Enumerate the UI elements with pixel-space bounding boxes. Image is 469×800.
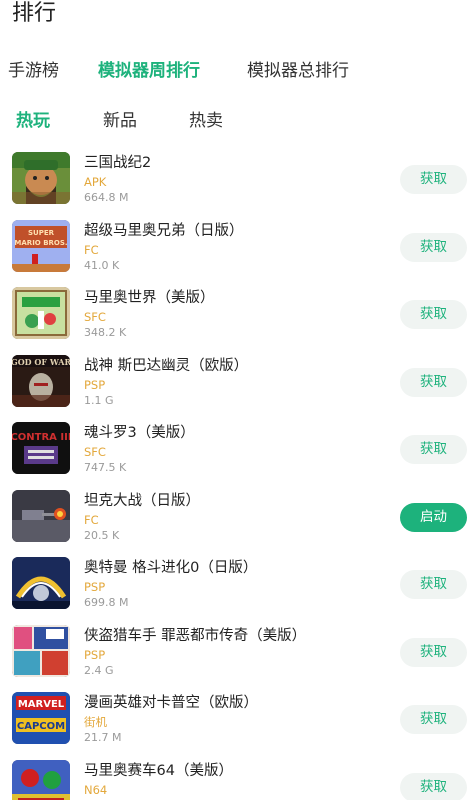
contra-logo: CONTRA III	[12, 432, 70, 443]
game-platform: PSP	[84, 580, 106, 594]
page-title: 排行	[12, 1, 57, 26]
list-item[interactable]: 三国战纪2 APK 664.8 M 获取	[0, 146, 469, 214]
game-name: 魂斗罗3（美版）	[84, 425, 195, 441]
super-mario-bros-icon: SUPER MARIO BROS.	[12, 219, 70, 272]
game-name: 奥特曼 格斗进化0（日版）	[84, 560, 258, 576]
ultraman-icon	[12, 557, 70, 609]
get-button[interactable]: 获取	[400, 637, 467, 667]
ranking-page: 排行 手游榜 模拟器周排行 模拟器总排行 热玩 新品 热卖 三国战纪2 APK …	[0, 0, 469, 800]
god-of-war-logo: GOD OF WAR	[12, 357, 70, 367]
game-size: 21.7 M	[84, 731, 122, 744]
game-name: 超级马里奥兄弟（日版）	[84, 222, 244, 239]
game-platform: N64	[84, 782, 108, 797]
god-of-war-icon: GOD OF WAR	[12, 354, 70, 407]
list-item[interactable]: CONTRA III 魂斗罗3（美版） SFC 747.5 K 获取	[0, 416, 469, 484]
game-size: 1.1 G	[84, 393, 114, 407]
marvel-capcom-icon: MARVEL CAPCOM	[12, 692, 70, 744]
list-item[interactable]: SUPER MARIO BROS. 超级马里奥兄弟（日版） FC 41.0 K …	[0, 214, 469, 282]
capcom-logo: CAPCOM	[17, 721, 65, 732]
list-item[interactable]: MARVEL CAPCOM 漫画英雄对卡普空（欧版） 街机 21.7 M 获取	[0, 686, 469, 754]
tab-emulator-total[interactable]: 模拟器总排行	[247, 58, 349, 84]
game-name: 侠盗猎车手 罪恶都市传奇（美版）	[84, 627, 307, 644]
game-platform: PSP	[84, 647, 106, 662]
subtab-new[interactable]: 新品	[103, 109, 137, 133]
get-button[interactable]: 获取	[400, 367, 467, 397]
get-button[interactable]: 获取	[400, 705, 467, 734]
get-button[interactable]: 获取	[400, 570, 467, 599]
mario-world-icon	[12, 287, 70, 339]
top-tab-bar: 手游榜 模拟器周排行 模拟器总排行	[0, 58, 469, 84]
get-button[interactable]: 获取	[400, 300, 467, 329]
game-size: 41.0 K	[84, 258, 120, 272]
list-item[interactable]: 侠盗猎车手 罪恶都市传奇（美版） PSP 2.4 G 获取	[0, 619, 469, 687]
game-name: 马里奥赛车64（美版）	[84, 762, 233, 779]
get-button[interactable]: 获取	[400, 232, 467, 262]
subtab-hot-play[interactable]: 热玩	[16, 109, 50, 133]
game-size: 747.5 K	[84, 461, 127, 474]
get-button[interactable]: 获取	[400, 435, 467, 464]
game-size: 2.4 G	[84, 663, 114, 677]
game-name: 马里奥世界（美版）	[84, 290, 215, 306]
gta-icon	[12, 624, 70, 677]
game-size: 20.5 K	[84, 528, 120, 542]
get-button[interactable]: 获取	[400, 772, 467, 800]
game-platform: 街机	[84, 715, 107, 729]
game-platform: SFC	[84, 445, 106, 459]
sub-tab-bar: 热玩 新品 热卖	[0, 109, 469, 133]
game-platform: FC	[84, 512, 99, 527]
tab-emulator-weekly[interactable]: 模拟器周排行	[98, 58, 200, 84]
game-list: 三国战纪2 APK 664.8 M 获取 SUPER MARIO BROS. 超…	[0, 146, 469, 800]
list-item[interactable]: GOD OF WAR 战神 斯巴达幽灵（欧版） PSP 1.1 G 获取	[0, 349, 469, 417]
game-size: 348.2 K	[84, 326, 127, 339]
game-platform: PSP	[84, 377, 106, 392]
list-item[interactable]: 坦克大战（日版） FC 20.5 K 启动	[0, 484, 469, 552]
marvel-logo: MARVEL	[18, 699, 65, 710]
launch-button[interactable]: 启动	[400, 502, 467, 532]
game-name: 战神 斯巴达幽灵（欧版）	[84, 357, 249, 374]
game-size: 699.8 M	[84, 596, 129, 609]
mario-kart-icon	[12, 759, 70, 800]
warrior-portrait-icon	[12, 152, 70, 204]
game-name: 三国战纪2	[84, 155, 152, 171]
super-mario-bros-logo: MARIO BROS.	[14, 239, 67, 247]
game-size: 664.8 M	[84, 191, 129, 204]
tab-mobile-games[interactable]: 手游榜	[8, 58, 59, 84]
subtab-hot-sell[interactable]: 热卖	[189, 109, 223, 133]
list-item[interactable]: 奥特曼 格斗进化0（日版） PSP 699.8 M 获取	[0, 551, 469, 619]
game-platform: SFC	[84, 310, 106, 324]
game-name: 坦克大战（日版）	[84, 492, 200, 509]
list-item[interactable]: 马里奥世界（美版） SFC 348.2 K 获取	[0, 281, 469, 349]
get-button[interactable]: 获取	[400, 165, 467, 194]
list-item[interactable]: 马里奥赛车64（美版） N64 获取	[0, 754, 469, 800]
contra-icon: CONTRA III	[12, 422, 70, 474]
game-platform: FC	[84, 242, 99, 257]
game-name: 漫画英雄对卡普空（欧版）	[84, 695, 258, 711]
super-mario-bros-logo: SUPER	[28, 229, 55, 237]
tank-battle-icon	[12, 489, 70, 542]
game-platform: APK	[84, 175, 107, 189]
